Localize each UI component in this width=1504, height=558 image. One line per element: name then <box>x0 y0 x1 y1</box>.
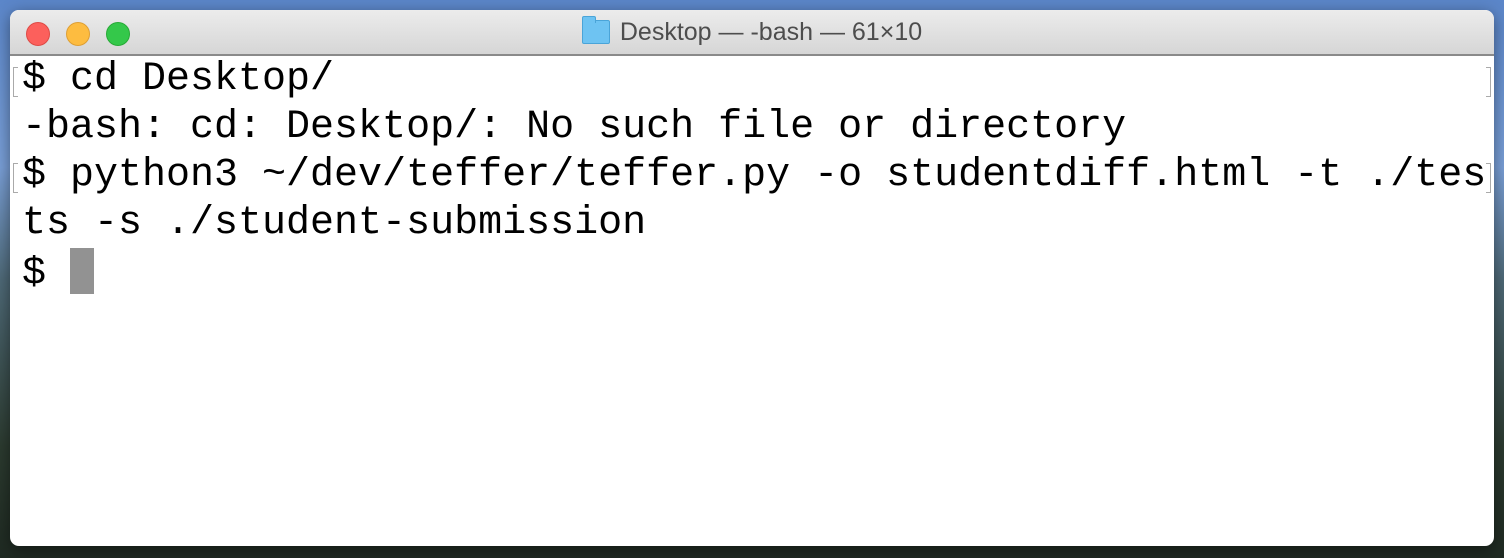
terminal-prompt-line[interactable]: $ <box>22 248 1494 297</box>
bookmark-marker <box>13 67 18 97</box>
text-cursor <box>70 248 95 294</box>
terminal-line: $ python3 ~/dev/teffer/teffer.py -o stud… <box>22 153 1487 198</box>
terminal-output[interactable]: $ cd Desktop/ -bash: cd: Desktop/: No su… <box>10 56 1494 297</box>
window-title-text: Desktop — -bash — 61×10 <box>619 17 923 46</box>
terminal-window: Desktop — -bash — 61×10 $ cd Desktop/ -b… <box>10 10 1494 546</box>
bookmark-marker <box>1486 163 1491 193</box>
terminal-line: -bash: cd: Desktop/: No such file or dir… <box>22 105 1127 150</box>
prompt: $ <box>22 252 71 297</box>
terminal-line: ts -s ./student-submission <box>22 201 647 246</box>
bookmark-marker <box>13 163 18 193</box>
folder-icon <box>581 16 610 44</box>
terminal-line: $ cd Desktop/ <box>22 57 335 102</box>
bookmark-marker <box>1486 67 1491 97</box>
window-title: Desktop — -bash — 61×10 <box>10 10 1494 54</box>
title-bar[interactable]: Desktop — -bash — 61×10 <box>10 10 1494 56</box>
